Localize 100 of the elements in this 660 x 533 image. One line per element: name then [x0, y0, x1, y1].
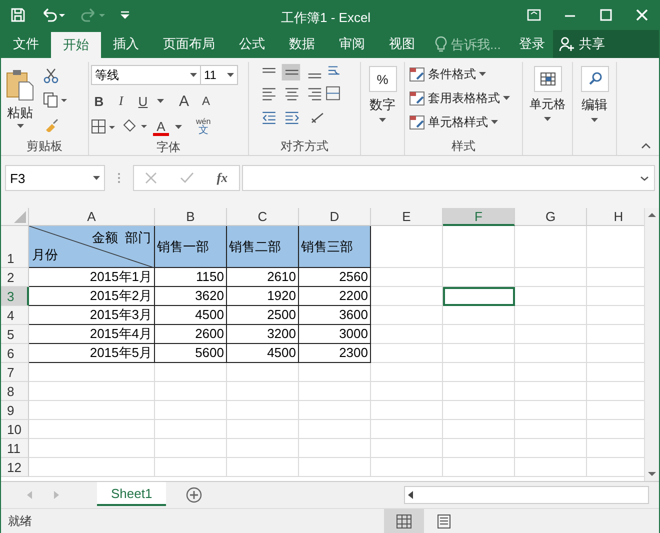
- empty-cell[interactable]: [155, 382, 227, 401]
- empty-cell[interactable]: [515, 325, 587, 344]
- selected-cell[interactable]: [443, 287, 515, 306]
- ribbon-tab[interactable]: 数据: [277, 30, 327, 58]
- empty-cell[interactable]: [443, 382, 515, 401]
- empty-cell[interactable]: [443, 268, 515, 287]
- paste-button[interactable]: 粘贴: [5, 64, 35, 135]
- font-size-dropdown[interactable]: 11: [200, 65, 238, 85]
- row-header[interactable]: 8: [1, 382, 29, 401]
- styles-menu-button[interactable]: 单元格样式: [409, 112, 518, 132]
- row-header[interactable]: 11: [1, 439, 29, 458]
- empty-cell[interactable]: [443, 226, 515, 268]
- increase-font-button[interactable]: A: [176, 92, 192, 110]
- row-header[interactable]: 3: [1, 287, 29, 306]
- styles-menu-button[interactable]: 条件格式: [409, 64, 518, 84]
- sign-in-link[interactable]: 登录: [511, 30, 553, 58]
- empty-cell[interactable]: [443, 439, 515, 458]
- add-sheet-icon[interactable]: [186, 487, 202, 503]
- row-header[interactable]: 7: [1, 363, 29, 382]
- empty-cell[interactable]: [443, 458, 515, 477]
- insert-function-button[interactable]: fx: [216, 170, 228, 186]
- empty-cell[interactable]: [371, 306, 443, 325]
- ribbon-tab[interactable]: 文件: [1, 30, 51, 58]
- empty-cell[interactable]: [371, 268, 443, 287]
- empty-cell[interactable]: [227, 382, 299, 401]
- name-box[interactable]: F3: [5, 165, 105, 191]
- phonetic-button[interactable]: wén 文: [196, 118, 211, 136]
- caret-icon[interactable]: [157, 99, 164, 103]
- row-header[interactable]: 2: [1, 268, 29, 287]
- italic-button[interactable]: I: [113, 92, 129, 110]
- formula-input[interactable]: [242, 165, 655, 191]
- row-header[interactable]: 9: [1, 401, 29, 420]
- decrease-font-button[interactable]: A: [198, 92, 214, 110]
- ribbon-tab[interactable]: 视图: [377, 30, 427, 58]
- empty-cell[interactable]: [515, 287, 587, 306]
- empty-cell[interactable]: [515, 382, 587, 401]
- empty-cell[interactable]: [227, 458, 299, 477]
- empty-cell[interactable]: [227, 420, 299, 439]
- close-icon[interactable]: [635, 8, 649, 22]
- empty-cell[interactable]: [515, 226, 587, 268]
- ribbon-tab[interactable]: 开始: [51, 32, 101, 58]
- empty-cell[interactable]: [299, 458, 371, 477]
- ribbon-tab[interactable]: 插入: [101, 30, 151, 58]
- empty-cell[interactable]: [371, 439, 443, 458]
- share-button[interactable]: 共享: [553, 30, 659, 58]
- cells-button[interactable]: 单元格: [530, 66, 566, 135]
- underline-button[interactable]: U: [135, 92, 151, 110]
- row-header[interactable]: 4: [1, 306, 29, 325]
- ribbon-tab[interactable]: 公式: [227, 30, 277, 58]
- customize-caret-icon[interactable]: [120, 9, 130, 21]
- empty-cell[interactable]: [443, 420, 515, 439]
- empty-cell[interactable]: [443, 306, 515, 325]
- empty-cell[interactable]: [155, 439, 227, 458]
- caret-icon[interactable]: [175, 125, 182, 129]
- borders-icon[interactable]: [91, 119, 115, 135]
- empty-cell[interactable]: [227, 401, 299, 420]
- collapse-ribbon-icon[interactable]: [641, 143, 651, 149]
- empty-cell[interactable]: [299, 401, 371, 420]
- scroll-up-icon[interactable]: [647, 212, 657, 218]
- ribbon-tab[interactable]: 审阅: [327, 30, 377, 58]
- empty-cell[interactable]: [155, 420, 227, 439]
- empty-cell[interactable]: [371, 287, 443, 306]
- empty-cell[interactable]: [443, 401, 515, 420]
- save-icon[interactable]: [10, 7, 26, 23]
- empty-cell[interactable]: [155, 458, 227, 477]
- tell-me-field[interactable]: 告诉我...: [451, 36, 511, 52]
- scissors-icon[interactable]: [43, 68, 59, 84]
- empty-cell[interactable]: [515, 420, 587, 439]
- row-header[interactable]: 12: [1, 458, 29, 477]
- previous-sheet-icon[interactable]: [27, 491, 33, 499]
- empty-cell[interactable]: [515, 306, 587, 325]
- empty-cell[interactable]: [299, 382, 371, 401]
- empty-cell[interactable]: [515, 401, 587, 420]
- expand-caret-icon[interactable]: [640, 176, 649, 180]
- empty-cell[interactable]: [371, 458, 443, 477]
- empty-cell[interactable]: [227, 439, 299, 458]
- empty-cell[interactable]: [371, 382, 443, 401]
- vertical-scrollbar[interactable]: [644, 208, 659, 481]
- empty-cell[interactable]: [443, 325, 515, 344]
- checkmark-icon[interactable]: [180, 172, 194, 184]
- redo-icon[interactable]: [80, 7, 106, 23]
- bold-button[interactable]: B: [91, 92, 107, 110]
- copy-icon[interactable]: [43, 92, 67, 108]
- empty-cell[interactable]: [515, 344, 587, 363]
- normal-view-icon[interactable]: [384, 508, 424, 533]
- font-name-dropdown[interactable]: 等线: [91, 65, 201, 85]
- scroll-left-icon[interactable]: [408, 491, 414, 499]
- styles-menu-button[interactable]: 套用表格格式: [409, 88, 518, 108]
- empty-cell[interactable]: [443, 344, 515, 363]
- empty-cell[interactable]: [371, 325, 443, 344]
- empty-cell[interactable]: [299, 363, 371, 382]
- ribbon-display-icon[interactable]: [527, 8, 541, 22]
- empty-cell[interactable]: [515, 458, 587, 477]
- sheet-tab[interactable]: Sheet1: [97, 482, 166, 506]
- cancel-icon[interactable]: [145, 172, 158, 184]
- empty-cell[interactable]: [299, 439, 371, 458]
- row-header[interactable]: 6: [1, 344, 29, 363]
- next-sheet-icon[interactable]: [53, 491, 59, 499]
- empty-cell[interactable]: [371, 401, 443, 420]
- empty-cell[interactable]: [227, 363, 299, 382]
